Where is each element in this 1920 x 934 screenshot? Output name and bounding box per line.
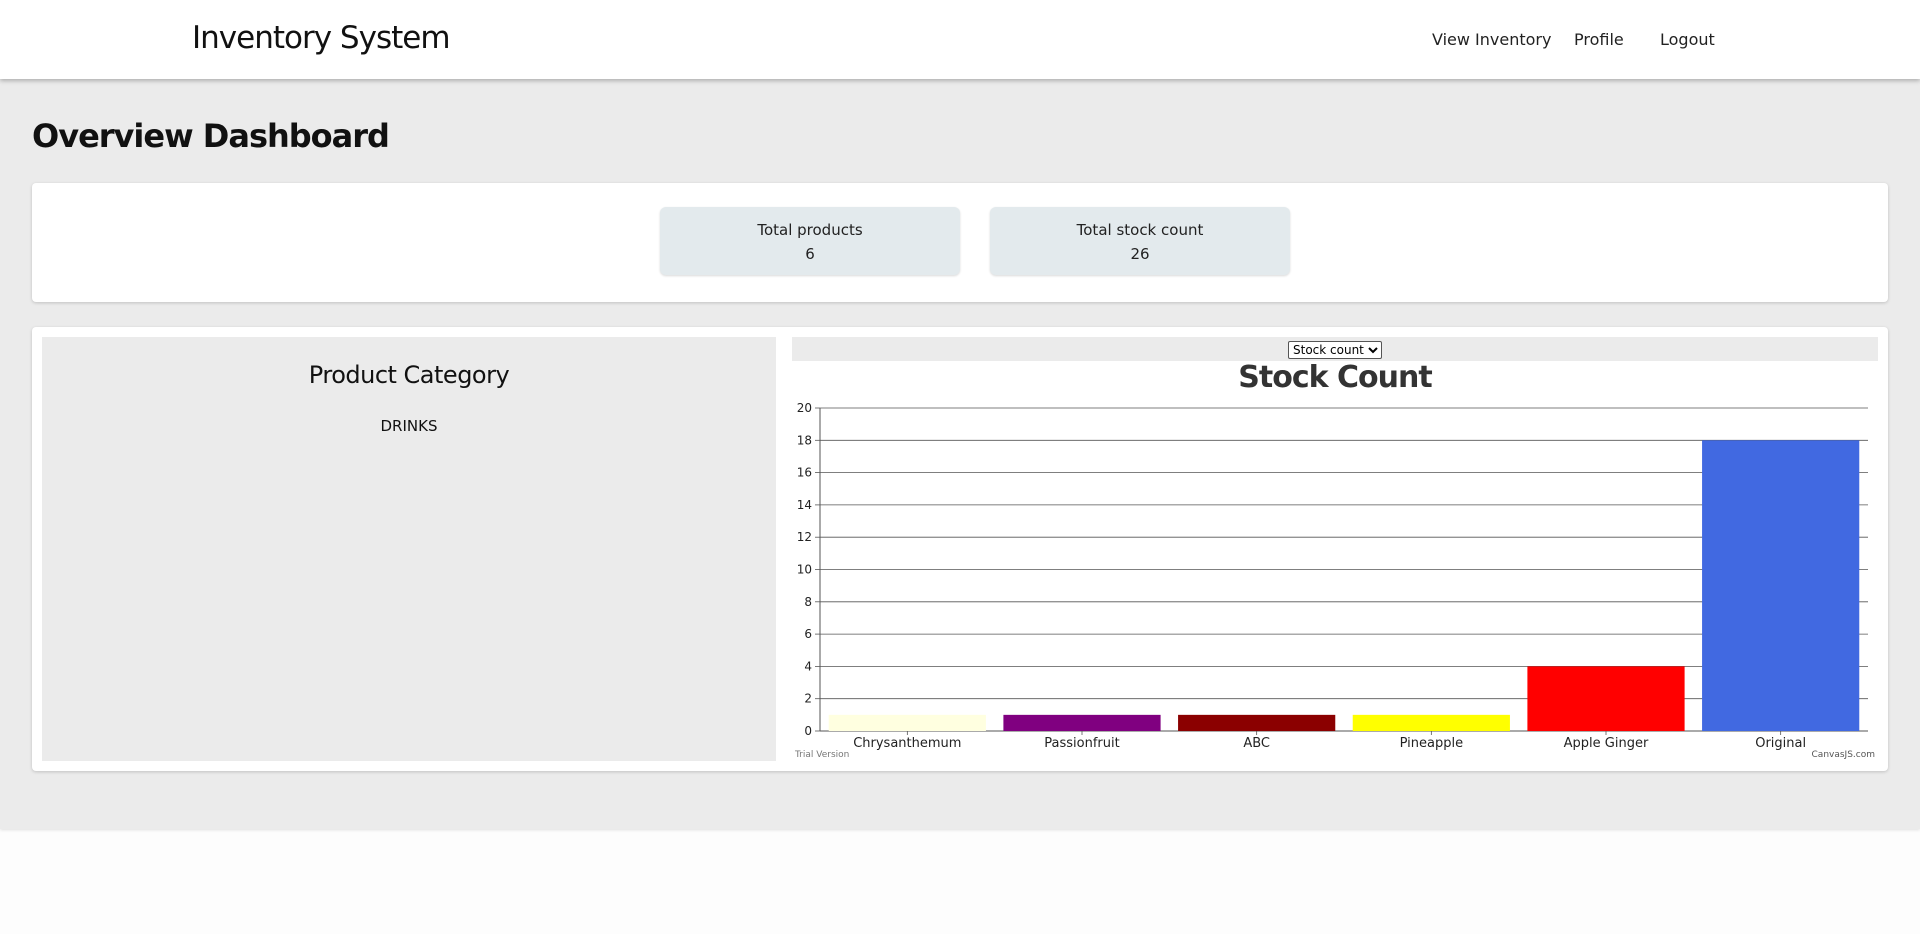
brand-title[interactable]: Inventory System — [192, 20, 451, 56]
x-tick-label: Passionfruit — [1044, 736, 1119, 751]
x-tick-label: Original — [1755, 736, 1806, 751]
x-tick-label: Pineapple — [1400, 736, 1463, 751]
bar-abc — [1178, 714, 1336, 731]
bar-passionfruit — [1003, 714, 1161, 731]
stat-label: Total products — [757, 221, 863, 239]
category-item-drinks[interactable]: DRINKS — [42, 417, 776, 435]
stat-total-stock-count: Total stock count 26 — [990, 207, 1290, 275]
y-tick-label: 16 — [797, 466, 812, 480]
y-tick-label: 10 — [797, 563, 812, 577]
chart-metric-select[interactable]: Stock count — [1288, 341, 1382, 359]
top-navbar: Inventory System View Inventory Profile … — [0, 0, 1920, 79]
y-tick-label: 6 — [804, 627, 812, 641]
nav-profile[interactable]: Profile — [1574, 30, 1624, 49]
stat-label: Total stock count — [1076, 221, 1204, 239]
y-tick-label: 2 — [804, 692, 812, 706]
content-card: Product Category DRINKS Stock count Stoc… — [32, 327, 1888, 771]
product-category-title: Product Category — [308, 361, 510, 389]
chart-svg: Stock Count 0 2 4 6 8 10 12 14 16 18 20 Chrysanthemu… — [794, 361, 1875, 760]
y-tick-label: 8 — [804, 595, 812, 609]
stats-card: Total products 6 Total stock count 26 — [32, 183, 1888, 302]
chart-title: Stock Count — [1238, 361, 1432, 395]
x-tick-label: Chrysanthemum — [853, 736, 961, 751]
stat-total-products: Total products 6 — [660, 207, 960, 275]
y-tick-label: 4 — [804, 659, 812, 673]
nav-logout[interactable]: Logout — [1660, 30, 1715, 49]
nav-view-inventory[interactable]: View Inventory — [1432, 30, 1551, 49]
x-tick-label: ABC — [1243, 736, 1270, 751]
y-tick-label: 14 — [797, 498, 812, 512]
y-tick-label: 12 — [797, 530, 812, 544]
chart-footer-right: CanvasJS.com — [1812, 750, 1875, 760]
y-tick-label: 0 — [804, 724, 812, 738]
chart-panel: Stock count Stock Count 0 2 4 6 8 10 12 14 16 18 20… — [792, 337, 1878, 761]
bar-chrysanthemum — [828, 714, 986, 731]
product-category-panel: Product Category DRINKS — [42, 337, 776, 761]
chart-footer-left: Trial Version — [794, 750, 849, 760]
bar-apple-ginger — [1527, 666, 1685, 731]
stat-value: 6 — [805, 245, 815, 263]
stock-count-chart: Stock Count 0 2 4 6 8 10 12 14 16 18 20 Chrysanthemu… — [792, 361, 1878, 761]
y-tick-label: 20 — [797, 401, 812, 415]
x-tick-label: Apple Ginger — [1564, 736, 1649, 751]
y-tick-label: 18 — [797, 433, 812, 447]
main-content: Overview Dashboard Total products 6 Tota… — [0, 79, 1920, 829]
page-title: Overview Dashboard — [32, 117, 390, 155]
bar-pineapple — [1352, 714, 1510, 731]
stat-value: 26 — [1130, 245, 1150, 263]
bar-original — [1702, 440, 1860, 731]
